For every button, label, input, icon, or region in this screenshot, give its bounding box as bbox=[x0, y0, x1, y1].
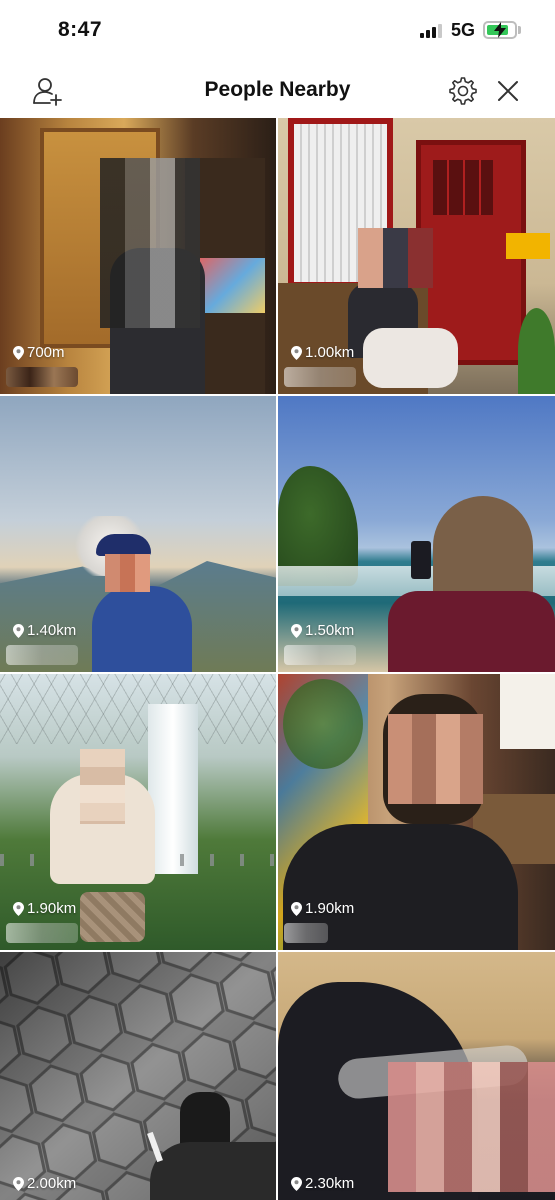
person-sweater bbox=[92, 586, 192, 672]
location-pin-icon bbox=[291, 1176, 302, 1191]
pixelated-face bbox=[388, 1062, 555, 1192]
blurred-name bbox=[284, 923, 328, 943]
location-pin-icon bbox=[13, 345, 24, 360]
distance-label: 2.00km bbox=[13, 1175, 76, 1192]
person-tile[interactable]: 2.30km bbox=[278, 952, 555, 1200]
blurred-name bbox=[6, 923, 78, 943]
pixelated-face bbox=[105, 554, 150, 592]
pixelated-face bbox=[80, 749, 125, 824]
blurred-name bbox=[284, 367, 356, 387]
distance-label: 2.30km bbox=[291, 1175, 354, 1192]
charging-bolt-icon bbox=[494, 22, 506, 38]
distance-text: 1.40km bbox=[27, 622, 77, 639]
distance-text: 1.90km bbox=[27, 900, 77, 917]
hand bbox=[150, 1142, 276, 1200]
distance-label: 1.50km bbox=[291, 622, 354, 639]
phone bbox=[411, 541, 431, 579]
distance-label: 1.90km bbox=[13, 900, 76, 917]
pixelated-face bbox=[388, 714, 483, 804]
location-pin-icon bbox=[291, 623, 302, 638]
distance-label: 1.40km bbox=[13, 622, 76, 639]
location-pin-icon bbox=[291, 345, 302, 360]
distance-text: 700m bbox=[27, 344, 65, 361]
person-tile[interactable]: 1.90km bbox=[278, 674, 555, 950]
distance-text: 2.30km bbox=[305, 1175, 355, 1192]
palm-plant bbox=[283, 679, 363, 769]
blurred-name bbox=[6, 645, 78, 665]
waterfall bbox=[148, 704, 198, 874]
status-time: 8:47 bbox=[58, 18, 103, 41]
person-tile[interactable]: 2.00km bbox=[0, 952, 276, 1200]
distance-text: 2.00km bbox=[27, 1175, 77, 1192]
blurred-name bbox=[284, 645, 356, 665]
distance-label: 700m bbox=[13, 344, 65, 361]
menu-board bbox=[200, 258, 265, 313]
cellular-signal-icon bbox=[420, 22, 446, 38]
blurred-name bbox=[6, 367, 78, 387]
person-tile[interactable]: 1.00km bbox=[278, 118, 555, 394]
distance-text: 1.50km bbox=[305, 622, 355, 639]
person-tile[interactable]: 1.90km bbox=[0, 674, 276, 950]
person-top bbox=[388, 591, 555, 672]
people-grid: 700m 1.00km 1.40km 1.50km 1.90km 1.90km … bbox=[0, 118, 555, 1200]
plant bbox=[518, 308, 555, 394]
battery-cap bbox=[518, 26, 521, 34]
person-pants bbox=[363, 328, 458, 388]
location-pin-icon bbox=[13, 1176, 24, 1191]
distance-label: 1.90km bbox=[291, 900, 354, 917]
person-tile[interactable]: 1.50km bbox=[278, 396, 555, 672]
distance-text: 1.90km bbox=[305, 900, 355, 917]
location-pin-icon bbox=[13, 623, 24, 638]
header: People Nearby bbox=[0, 62, 555, 118]
distance-text: 1.00km bbox=[305, 344, 355, 361]
hanging-shirt bbox=[500, 674, 555, 749]
location-pin-icon bbox=[13, 901, 24, 916]
person-tile[interactable]: 700m bbox=[0, 118, 276, 394]
handbag bbox=[80, 892, 145, 942]
network-type: 5G bbox=[451, 20, 476, 40]
yellow-sign bbox=[506, 233, 550, 259]
distance-label: 1.00km bbox=[291, 344, 354, 361]
close-icon bbox=[498, 81, 518, 101]
status-bar: 8:47 5G bbox=[0, 0, 555, 62]
close-button[interactable] bbox=[491, 74, 525, 108]
gear-icon bbox=[449, 77, 477, 105]
person-cap bbox=[96, 534, 151, 556]
pixelated-face bbox=[358, 228, 433, 288]
person-tile[interactable]: 1.40km bbox=[0, 396, 276, 672]
settings-button[interactable] bbox=[445, 74, 479, 108]
pixelated-face bbox=[100, 158, 200, 328]
glass-dome bbox=[0, 674, 276, 744]
door-window bbox=[433, 160, 493, 215]
location-pin-icon bbox=[291, 901, 302, 916]
